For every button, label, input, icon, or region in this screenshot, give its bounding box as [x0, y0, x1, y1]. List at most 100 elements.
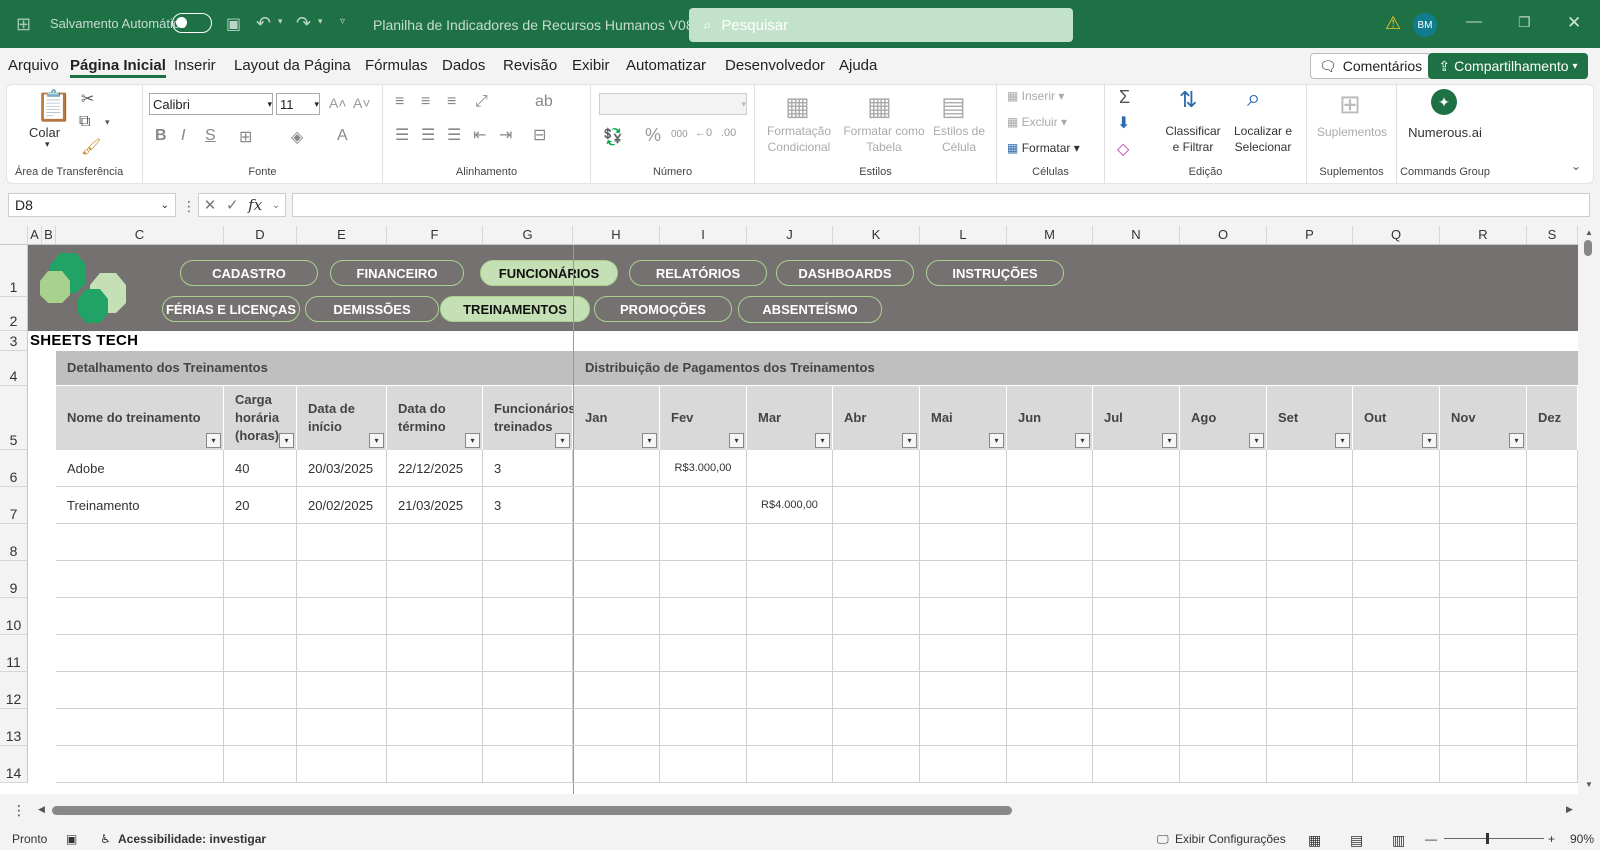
table-cell[interactable]: [1007, 487, 1093, 524]
row-header-13[interactable]: 13: [0, 709, 28, 746]
table-cell[interactable]: [1527, 598, 1578, 635]
table-cell[interactable]: [1007, 635, 1093, 672]
delete-cells-button[interactable]: ▦ Excluir ▾: [1007, 115, 1067, 129]
table-cell[interactable]: [1353, 635, 1440, 672]
table-cell[interactable]: [224, 635, 297, 672]
table-cell[interactable]: [1007, 709, 1093, 746]
page-break-view-icon[interactable]: ▥: [1392, 832, 1405, 849]
zoom-slider[interactable]: [1444, 838, 1544, 839]
col-header-q[interactable]: Q: [1353, 226, 1440, 245]
row-header-11[interactable]: 11: [0, 635, 28, 672]
table-cell[interactable]: [573, 635, 660, 672]
menu-layout-pagina[interactable]: Layout da Página: [234, 57, 351, 74]
table-cell[interactable]: [1527, 524, 1578, 561]
horizontal-scrollbar[interactable]: ⋮ ◀ ▶: [0, 794, 1600, 828]
table-cell[interactable]: [1093, 598, 1180, 635]
col-header-s[interactable]: S: [1527, 226, 1578, 245]
table-cell[interactable]: [573, 709, 660, 746]
restore-icon[interactable]: ❐: [1518, 14, 1531, 31]
underline-icon[interactable]: S: [205, 127, 216, 145]
col-header-d[interactable]: D: [224, 226, 297, 245]
table-cell[interactable]: 21/03/2025: [387, 487, 483, 524]
col-header-p[interactable]: P: [1267, 226, 1353, 245]
nav-demissoes[interactable]: DEMISSÕES: [305, 296, 439, 322]
table-cell[interactable]: [747, 746, 833, 783]
row-header-8[interactable]: 8: [0, 524, 28, 561]
table-cell[interactable]: [660, 709, 747, 746]
table-cell[interactable]: [1180, 598, 1267, 635]
filter-dropdown-icon[interactable]: ▾: [1422, 433, 1437, 448]
decrease-indent-icon[interactable]: ⇤: [473, 125, 486, 145]
table-cell[interactable]: [387, 598, 483, 635]
insert-function-icon[interactable]: fx: [248, 196, 262, 214]
table-cell[interactable]: [747, 598, 833, 635]
col-header-r[interactable]: R: [1440, 226, 1527, 245]
nav-financeiro[interactable]: FINANCEIRO: [330, 260, 464, 286]
table-cell[interactable]: [833, 709, 920, 746]
table-cell[interactable]: [1353, 487, 1440, 524]
row-header-14[interactable]: 14: [0, 746, 28, 783]
table-cell[interactable]: [483, 635, 573, 672]
table-cell[interactable]: [1180, 524, 1267, 561]
filter-dropdown-icon[interactable]: ▾: [555, 433, 570, 448]
table-cell[interactable]: [297, 709, 387, 746]
wrap-text-icon[interactable]: ab: [535, 93, 553, 111]
paste-button[interactable]: Colar: [29, 125, 60, 140]
minimize-icon[interactable]: —: [1466, 13, 1482, 31]
formula-input[interactable]: [292, 193, 1590, 217]
table-cell[interactable]: [1527, 635, 1578, 672]
table-cell[interactable]: [1440, 672, 1527, 709]
table-cell[interactable]: [920, 635, 1007, 672]
fx-dropdown-icon[interactable]: ⌄: [272, 200, 280, 211]
table-cell[interactable]: [1180, 487, 1267, 524]
col-header-o[interactable]: O: [1180, 226, 1267, 245]
copy-icon[interactable]: ⧉: [79, 113, 90, 131]
col-header-j[interactable]: J: [747, 226, 833, 245]
menu-pagina-inicial[interactable]: Página Inicial: [70, 57, 166, 78]
align-center-icon[interactable]: ☰: [421, 125, 435, 145]
filter-dropdown-icon[interactable]: ▾: [1162, 433, 1177, 448]
table-cell[interactable]: [747, 672, 833, 709]
table-cell[interactable]: [660, 524, 747, 561]
table-cell[interactable]: [1353, 450, 1440, 487]
table-cell[interactable]: [1267, 450, 1353, 487]
bold-icon[interactable]: B: [155, 127, 167, 145]
table-cell[interactable]: [1093, 450, 1180, 487]
zoom-in-icon[interactable]: +: [1548, 832, 1555, 846]
fill-color-icon[interactable]: ◈: [291, 127, 303, 147]
table-cell[interactable]: [1267, 709, 1353, 746]
macro-icon[interactable]: ▣: [66, 832, 77, 846]
table-cell[interactable]: [573, 672, 660, 709]
table-cell[interactable]: [1440, 487, 1527, 524]
col-header-k[interactable]: K: [833, 226, 920, 245]
merge-center-icon[interactable]: ⊟: [533, 125, 546, 145]
nav-ferias-licencas[interactable]: FÉRIAS E LICENÇAS: [162, 296, 300, 322]
table-cell[interactable]: [833, 524, 920, 561]
increase-font-icon[interactable]: A˄: [329, 95, 347, 111]
row-header-10[interactable]: 10: [0, 598, 28, 635]
menu-automatizar[interactable]: Automatizar: [626, 57, 706, 74]
table-cell[interactable]: [297, 524, 387, 561]
col-header-n[interactable]: N: [1093, 226, 1180, 245]
autosum-icon[interactable]: Σ: [1119, 87, 1130, 108]
save-icon[interactable]: ▣: [226, 14, 241, 34]
table-cell[interactable]: [56, 635, 224, 672]
document-title[interactable]: Planilha de Indicadores de Recursos Huma…: [373, 16, 709, 33]
borders-icon[interactable]: ⊞: [239, 127, 252, 147]
insert-cells-button[interactable]: ▦ Inserir ▾: [1007, 89, 1064, 103]
align-top-icon[interactable]: ≡: [395, 93, 404, 111]
table-cell[interactable]: [1180, 746, 1267, 783]
table-cell[interactable]: [1180, 635, 1267, 672]
table-cell[interactable]: [660, 598, 747, 635]
row-header-3[interactable]: 3: [0, 331, 28, 351]
table-cell[interactable]: [1007, 561, 1093, 598]
table-cell[interactable]: [1353, 709, 1440, 746]
table-cell[interactable]: [833, 598, 920, 635]
nav-instrucoes[interactable]: INSTRUÇÕES: [926, 260, 1064, 286]
find-select-button[interactable]: Localizar e Selecionar: [1227, 123, 1299, 155]
sort-filter-button[interactable]: Classificar e Filtrar: [1161, 123, 1225, 155]
col-header-b[interactable]: B: [42, 226, 56, 245]
menu-inserir[interactable]: Inserir: [174, 57, 216, 74]
table-cell[interactable]: [660, 672, 747, 709]
vertical-scrollbar[interactable]: ▲ ▼: [1578, 226, 1600, 794]
